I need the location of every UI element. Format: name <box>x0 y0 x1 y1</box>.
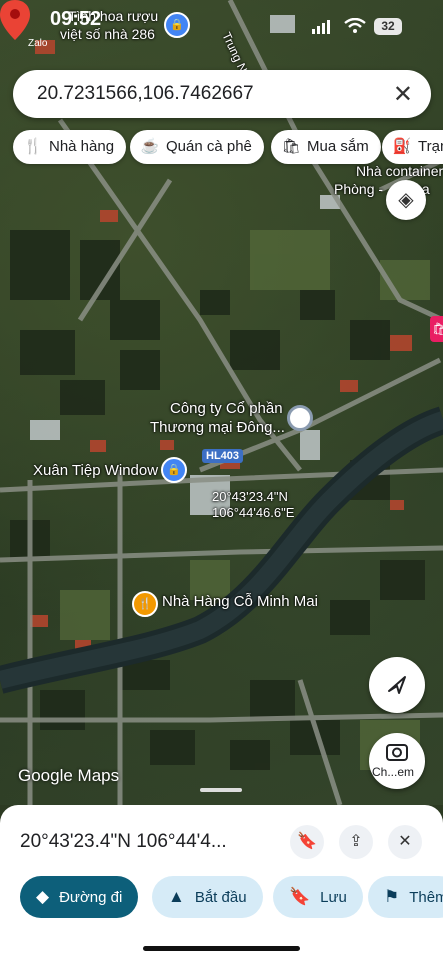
chip-label: Trạm <box>418 138 443 155</box>
action-label: Lưu <box>320 889 347 906</box>
search-bar[interactable]: 20.7231566,106.7462667 ✕ <box>13 70 431 118</box>
poi-label-company[interactable]: Công ty Cổ phần <box>170 400 283 417</box>
chip-label: Nhà hàng <box>49 138 115 155</box>
poi-label-restaurant[interactable]: Nhà Hàng Cỗ Minh Mai <box>162 593 318 610</box>
poi-label-container[interactable]: Nhà container <box>356 163 443 179</box>
flag-icon: ⚑ <box>384 887 400 906</box>
search-this-area-button[interactable] <box>369 733 425 789</box>
action-label: Bắt đầu <box>194 889 247 906</box>
search-input[interactable]: 20.7231566,106.7462667 <box>37 83 254 105</box>
restaurant-pin-icon[interactable]: 🍴 <box>132 591 158 617</box>
chip-shopping[interactable]: 🛍 Mua sắm <box>271 130 381 164</box>
start-button[interactable]: ▲ Bắt đầu <box>152 876 263 918</box>
status-time: 09:52 <box>50 8 102 30</box>
directions-icon: ◆ <box>36 887 50 906</box>
search-this-area-label[interactable]: Ch...em <box>372 765 414 779</box>
home-indicator[interactable] <box>143 946 300 951</box>
action-label: Đường đi <box>59 889 123 906</box>
add-label-button[interactable]: ⚑ Thêm <box>368 876 443 918</box>
gas-station-icon: ⛽ <box>392 138 412 155</box>
close-icon[interactable]: ✕ <box>393 80 413 109</box>
coffee-icon: ☕ <box>140 138 160 155</box>
poi-label-xuan-tiep[interactable]: Xuân Tiệp Window <box>33 462 158 479</box>
chip-cafes[interactable]: ☕ Quán cà phê <box>130 130 264 164</box>
bookmark-icon[interactable]: 🔖 <box>290 825 324 859</box>
layers-icon: ◈ <box>398 189 414 211</box>
shopping-bag-icon: 🛍 <box>281 138 301 155</box>
wifi-icon <box>344 18 366 33</box>
sheet-handle[interactable] <box>200 788 242 792</box>
signal-icon <box>312 20 330 34</box>
place-sheet[interactable]: 20°43'23.4"N 106°44'4... 🔖 ⇪ ✕ ◆ Đường đi… <box>0 805 443 960</box>
navigation-arrow-icon <box>388 676 406 694</box>
chip-label: Quán cà phê <box>166 138 252 155</box>
save-button[interactable]: 🔖 Lưu <box>273 876 363 918</box>
poi-label-company-line2[interactable]: Thương mại Đông... <box>150 419 285 436</box>
shop-pin-icon[interactable]: 🛍 <box>430 316 443 342</box>
map-view[interactable]: Tình hoa rượu việt số nhà 286 🔒 Trung N … <box>0 0 443 805</box>
chip-label: Mua sắm <box>307 138 369 155</box>
store-pin-icon[interactable]: 🔒 <box>161 457 187 483</box>
pin-coordinate-lng: 106°44'46.6"E <box>212 505 295 520</box>
chip-gas-stations[interactable]: ⛽ Trạm <box>382 130 443 164</box>
google-maps-attribution: Google Maps <box>18 766 120 785</box>
restaurant-icon: 🍴 <box>23 138 43 155</box>
company-pin-icon[interactable] <box>287 405 313 431</box>
battery-indicator: 32 <box>374 18 402 35</box>
directions-button[interactable]: ◆ Đường đi <box>20 876 139 918</box>
share-icon[interactable]: ⇪ <box>339 825 373 859</box>
road-shield: HL403 <box>202 449 244 463</box>
status-bar: 09:52 Zalo 32 <box>0 0 443 50</box>
pin-coordinate-lat: 20°43'23.4"N <box>212 489 288 504</box>
my-location-button[interactable] <box>369 657 425 713</box>
action-label: Thêm <box>409 889 443 906</box>
pin-coordinate-label: 20°43'23.4"N 106°44'46.6"E <box>212 489 294 521</box>
sheet-title: 20°43'23.4"N 106°44'4... <box>20 831 227 852</box>
chip-restaurants[interactable]: 🍴 Nhà hàng <box>13 130 127 164</box>
bookmark-icon: 🔖 <box>289 887 311 906</box>
close-icon[interactable]: ✕ <box>388 825 422 859</box>
layers-button[interactable]: ◈ <box>386 180 426 220</box>
notification-source: Zalo <box>28 38 48 49</box>
navigation-arrow-icon: ▲ <box>168 887 185 906</box>
